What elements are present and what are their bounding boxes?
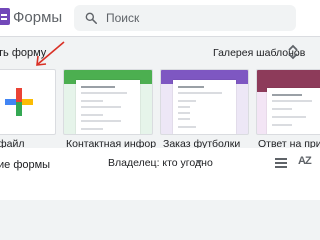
plus-icon bbox=[5, 88, 33, 116]
blank-form-card[interactable] bbox=[0, 69, 56, 135]
template-preview bbox=[76, 80, 140, 134]
list-view-icon[interactable] bbox=[274, 156, 288, 170]
template-preview bbox=[267, 88, 320, 134]
recent-forms-title: ие формы bbox=[0, 159, 51, 171]
top-app-bar: Формы bbox=[0, 0, 320, 37]
chevron-down-icon[interactable] bbox=[196, 160, 202, 164]
template-preview bbox=[173, 80, 236, 134]
search-box[interactable] bbox=[74, 5, 296, 31]
unfold-icon[interactable] bbox=[286, 44, 300, 60]
contact-info-template-card[interactable] bbox=[63, 69, 153, 135]
search-icon[interactable] bbox=[84, 11, 98, 25]
tshirt-order-template-card[interactable] bbox=[160, 69, 249, 135]
annotation-arrow bbox=[36, 41, 65, 66]
forms-logo-icon[interactable] bbox=[0, 8, 10, 25]
invitation-response-template-card[interactable] bbox=[256, 69, 320, 135]
app-title[interactable]: Формы bbox=[13, 9, 62, 26]
search-input[interactable] bbox=[106, 5, 286, 31]
sort-az-icon[interactable]: AZ bbox=[298, 155, 312, 167]
recent-forms-bar: ие формы Владелец: кто угодно AZ bbox=[0, 148, 320, 200]
